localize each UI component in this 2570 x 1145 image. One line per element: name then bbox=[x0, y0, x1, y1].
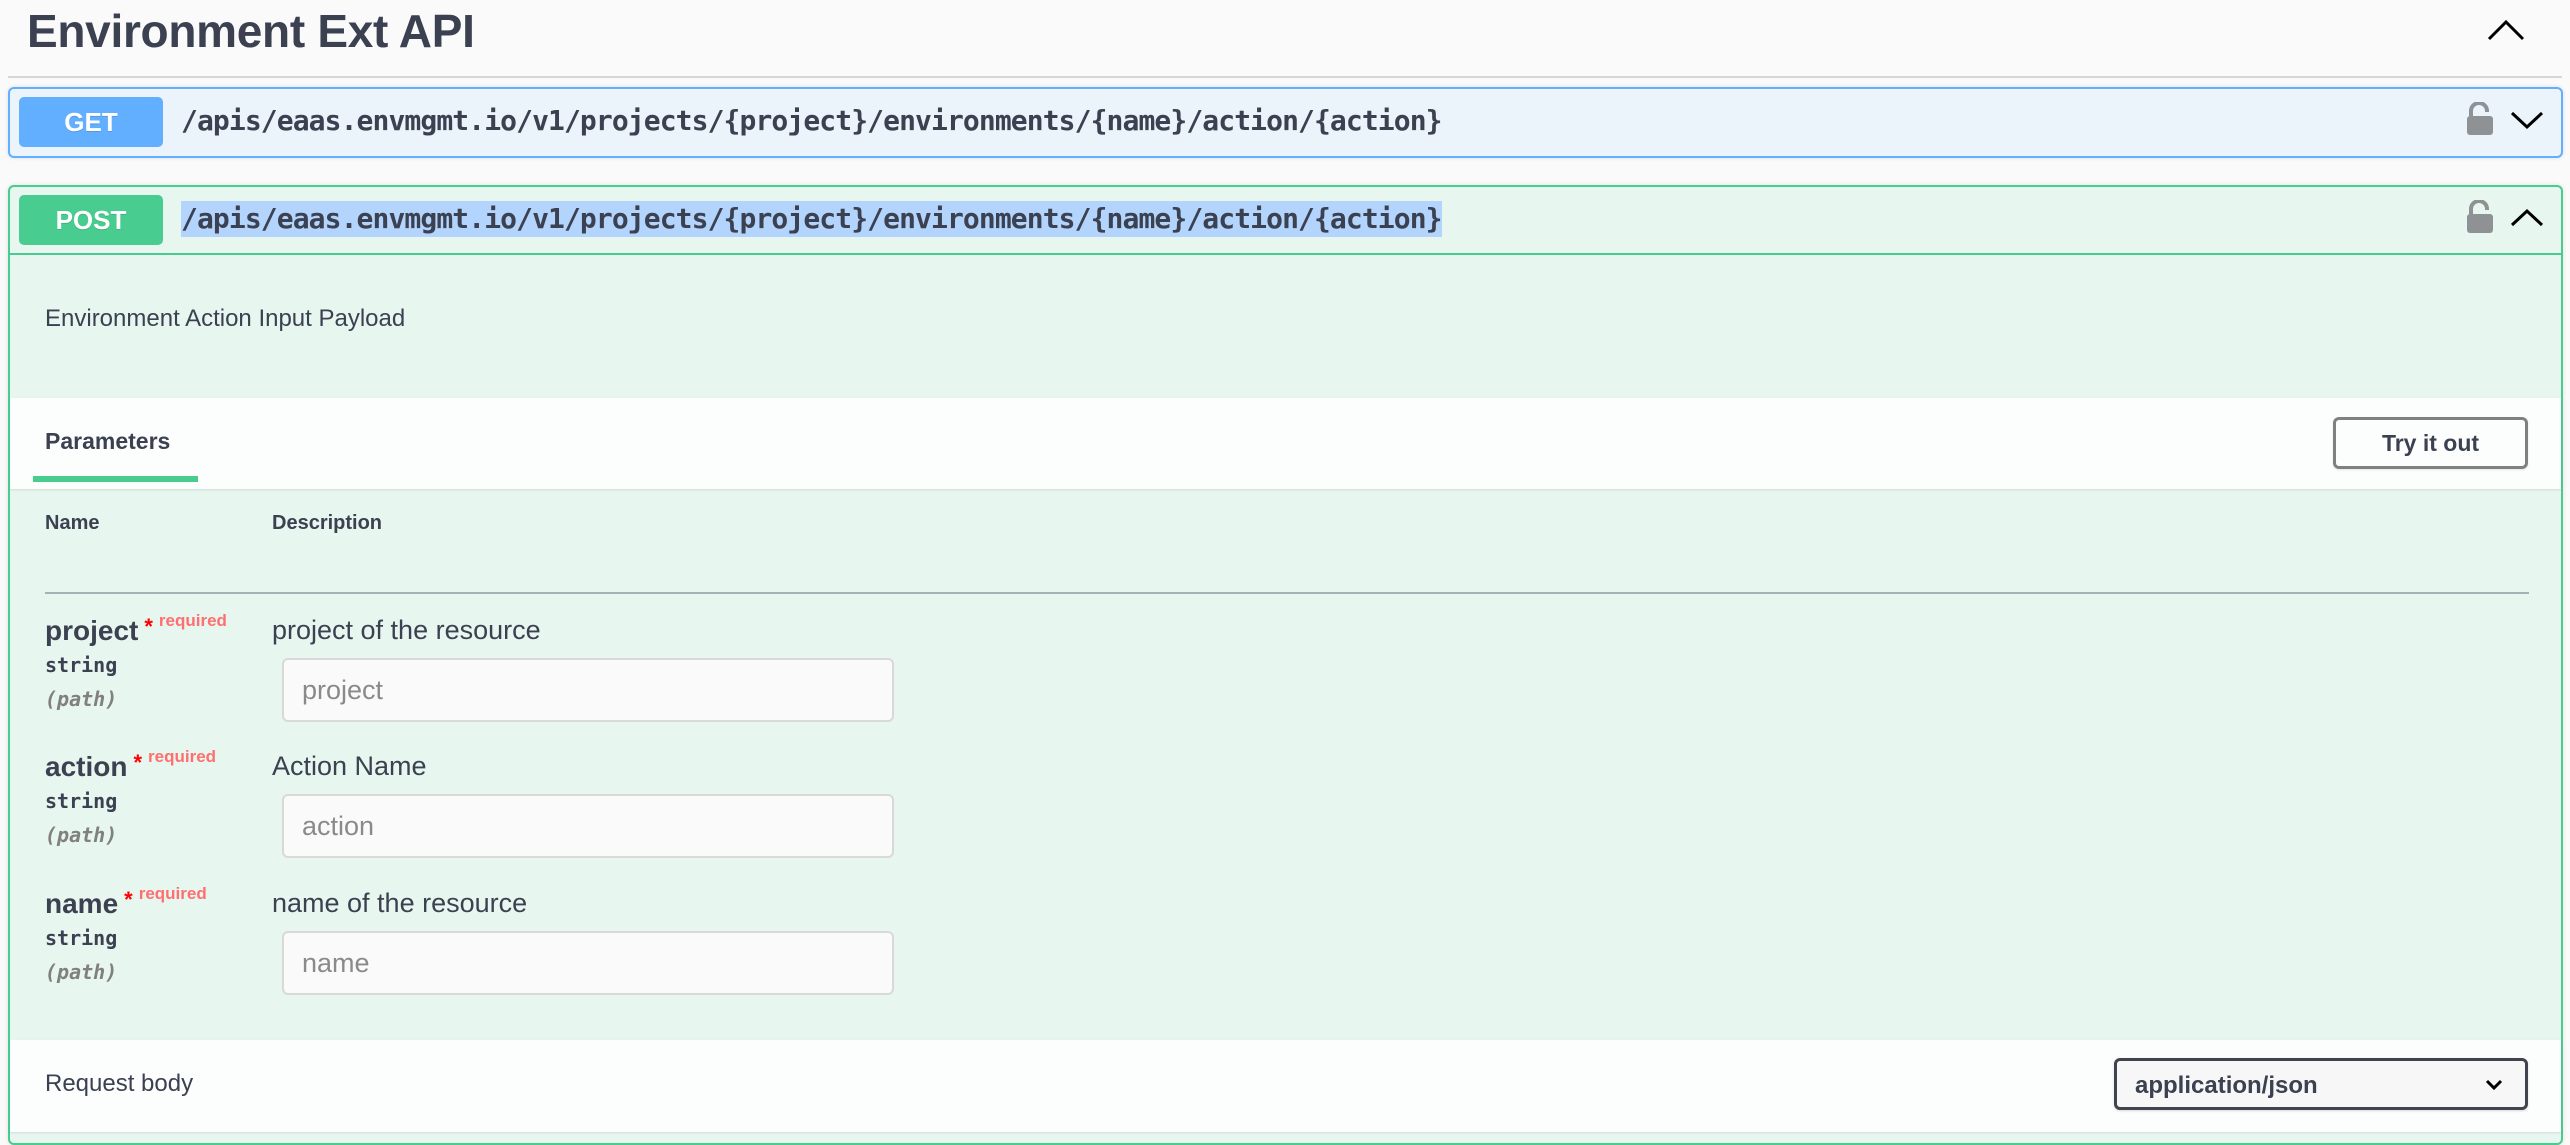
parameter-location: (path) bbox=[45, 960, 118, 984]
parameter-row: project * required string (path) project o… bbox=[45, 611, 2529, 745]
action-input[interactable] bbox=[282, 794, 894, 858]
parameter-name: project * required bbox=[45, 611, 227, 647]
opblock-summary-post[interactable]: POST /apis/eaas.envmgmt.io/v1/projects/{… bbox=[10, 187, 2561, 255]
column-header-description: Description bbox=[272, 512, 383, 534]
parameter-name: name * required bbox=[45, 884, 207, 920]
parameter-description: project of the resource bbox=[272, 615, 541, 645]
parameter-type: string bbox=[45, 789, 118, 813]
parameter-type: string bbox=[45, 653, 118, 677]
request-body-label: Request body bbox=[45, 1070, 194, 1097]
required-star: * bbox=[124, 887, 133, 912]
required-star: * bbox=[133, 750, 143, 775]
parameter-name-text: name bbox=[45, 888, 119, 919]
method-badge: GET bbox=[19, 97, 163, 147]
header-divider bbox=[45, 592, 2529, 594]
parameter-location: (path) bbox=[45, 687, 118, 711]
try-it-out-button[interactable]: Try it out bbox=[2333, 417, 2528, 469]
tab-parameters[interactable]: Parameters bbox=[33, 398, 198, 486]
parameter-type: string bbox=[45, 926, 118, 950]
chevron-down-icon bbox=[2485, 1079, 2503, 1091]
required-label: required bbox=[158, 611, 227, 630]
project-input[interactable] bbox=[282, 658, 894, 722]
tab-parameters-label: Parameters bbox=[45, 428, 171, 454]
name-input[interactable] bbox=[282, 931, 894, 995]
unlocked-icon[interactable] bbox=[2465, 200, 2495, 234]
opblock-summary-get[interactable]: GET /apis/eaas.envmgmt.io/v1/projects/{p… bbox=[10, 89, 2561, 157]
parameter-location: (path) bbox=[45, 823, 118, 847]
unlocked-icon[interactable] bbox=[2465, 102, 2495, 136]
parameter-name-text: project bbox=[45, 615, 139, 646]
chevron-down-icon[interactable] bbox=[2510, 110, 2544, 130]
content-type-value: application/json bbox=[2135, 1072, 2318, 1099]
tag-title: Environment Ext API bbox=[27, 5, 475, 57]
parameter-name-text: action bbox=[45, 751, 128, 782]
parameters-tab-bar: Parameters Try it out bbox=[10, 398, 2561, 489]
chevron-up-icon[interactable] bbox=[2510, 208, 2544, 228]
required-label: required bbox=[148, 747, 217, 766]
opblock-post: POST /apis/eaas.envmgmt.io/v1/projects/{… bbox=[8, 185, 2563, 1145]
endpoint-path[interactable]: /apis/eaas.envmgmt.io/v1/projects/{proje… bbox=[181, 103, 1443, 139]
content-type-select[interactable]: application/json bbox=[2114, 1058, 2528, 1110]
chevron-up-icon[interactable] bbox=[2486, 18, 2526, 42]
opblock-get: GET /apis/eaas.envmgmt.io/v1/projects/{p… bbox=[8, 87, 2563, 158]
parameter-name: action * required bbox=[45, 747, 216, 783]
parameter-row: name * required string (path) name of the … bbox=[45, 884, 2529, 1018]
parameter-row: action * required string (path) Action Nam… bbox=[45, 747, 2529, 881]
required-star: * bbox=[144, 614, 153, 639]
required-label: required bbox=[138, 884, 207, 903]
operation-description: Environment Action Input Payload bbox=[45, 305, 406, 332]
parameter-description: Action Name bbox=[272, 751, 427, 781]
tag-header[interactable]: Environment Ext API bbox=[8, 0, 2562, 78]
parameter-description: name of the resource bbox=[272, 888, 528, 918]
method-badge: POST bbox=[19, 195, 163, 245]
request-body-header: Request body application/json bbox=[10, 1040, 2561, 1132]
active-tab-indicator bbox=[33, 476, 198, 482]
endpoint-path[interactable]: /apis/eaas.envmgmt.io/v1/projects/{proje… bbox=[181, 201, 1443, 237]
column-header-name: Name bbox=[45, 512, 100, 534]
